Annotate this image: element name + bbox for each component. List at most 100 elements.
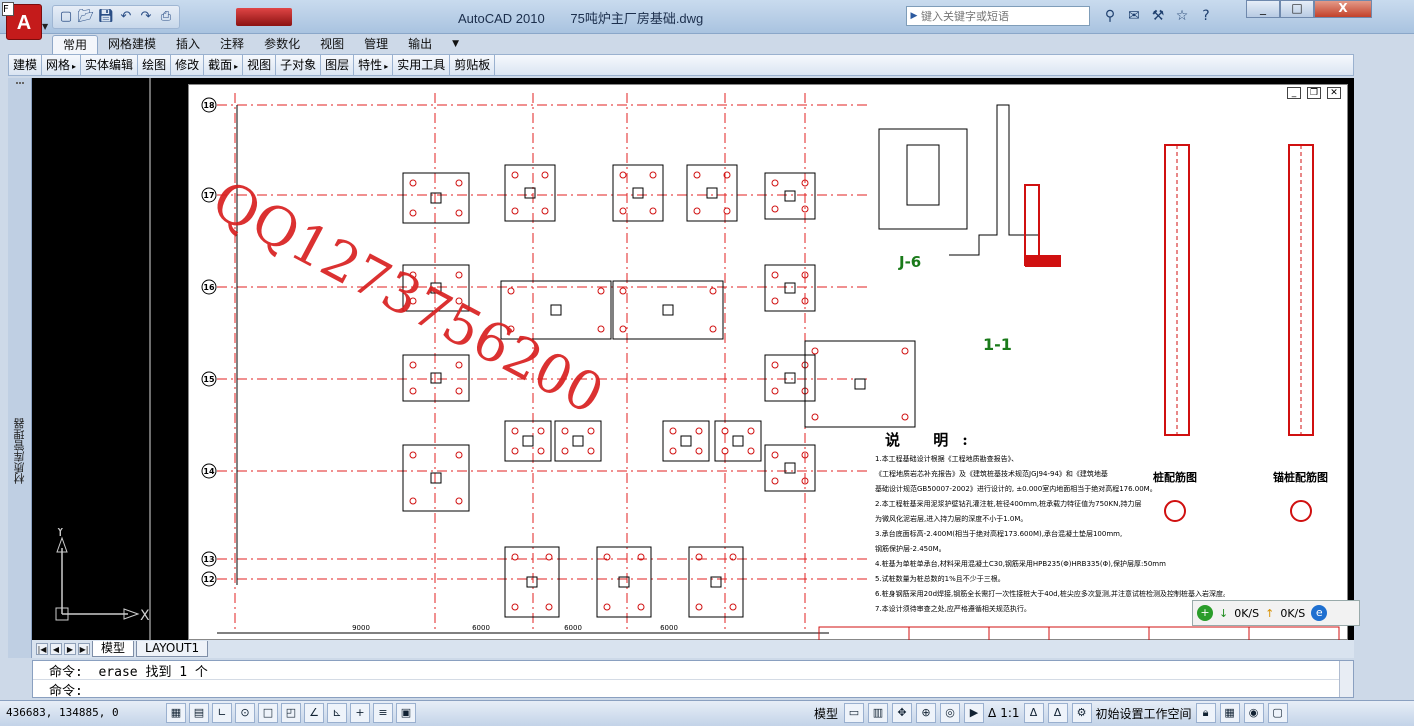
lock-icon[interactable]: 🔒︎: [1195, 703, 1216, 723]
lineweight-icon[interactable]: ≡: [373, 703, 393, 723]
open-icon[interactable]: 📂︎: [77, 8, 95, 26]
command-history: 命令: erase 找到 1 个: [49, 665, 208, 680]
ribbon-tab[interactable]: 注释: [210, 35, 254, 54]
favorites-star-icon[interactable]: ☆: [1172, 6, 1192, 26]
hardware-acceleration-icon[interactable]: ▦: [1219, 703, 1240, 723]
ribbon-panel[interactable]: 实用工具: [393, 55, 451, 75]
binoculars-icon[interactable]: ⚲: [1100, 6, 1120, 26]
command-line[interactable]: 命令: erase 找到 1 个 命令:: [32, 660, 1354, 699]
ribbon-panel[interactable]: 特性 ▸: [354, 55, 394, 75]
browser-icon[interactable]: e: [1311, 605, 1328, 621]
ribbon-tab[interactable]: 插入: [166, 35, 210, 54]
palette-grip-icon[interactable]: [16, 82, 24, 92]
ribbon-panel[interactable]: 建模: [9, 55, 43, 75]
palette-label: 材质库管理器: [13, 418, 26, 484]
ribbon-tab[interactable]: 参数化: [254, 35, 310, 54]
prev-tab-icon[interactable]: ◀: [50, 643, 62, 655]
ribbon-tab[interactable]: 视图: [310, 35, 354, 54]
pile-cap: [714, 420, 762, 462]
workspace-gear-icon[interactable]: ⚙: [1071, 703, 1092, 723]
pan-icon[interactable]: ✥: [892, 703, 912, 723]
annotation-scale[interactable]: 1:1: [1000, 706, 1019, 720]
new-icon[interactable]: ▢: [57, 8, 75, 26]
showmotion-icon[interactable]: ▶: [964, 703, 984, 723]
pile-mark: [537, 447, 545, 455]
layout-view-icon[interactable]: ▭: [844, 703, 864, 723]
ribbon-tab[interactable]: 输出: [398, 35, 442, 54]
command-prompt[interactable]: 命令:: [33, 679, 1353, 699]
last-tab-icon[interactable]: ▶|: [78, 643, 90, 655]
maximize-button[interactable]: □: [1280, 0, 1314, 18]
pile-mark: [455, 497, 463, 505]
ribbon-panel[interactable]: 绘图: [138, 55, 172, 75]
undo-icon[interactable]: ↶: [117, 8, 135, 26]
drawing-canvas[interactable]: _ ❐ ✕ 18 17 16 15 14 13 12 9000 6000 6000 6000 J-6…: [32, 78, 1354, 640]
minimize-button[interactable]: _: [1246, 0, 1280, 18]
ribbon-tab[interactable]: 网格建模: [98, 35, 166, 54]
search-input[interactable]: [921, 9, 1085, 23]
ribbon-options-icon[interactable]: ▼: [442, 35, 469, 54]
ortho-icon[interactable]: ∟: [212, 703, 232, 723]
ribbon-tab[interactable]: 常用: [52, 35, 99, 54]
quick-view-icon[interactable]: ▥: [868, 703, 888, 723]
communication-center-icon[interactable]: ✉: [1124, 6, 1144, 26]
panel-expand-icon[interactable]: ▸: [234, 62, 238, 71]
window-controls: _ □ X: [1246, 0, 1372, 18]
plot-icon[interactable]: ⎙: [157, 8, 175, 26]
otrack-icon[interactable]: ∠: [304, 703, 324, 723]
coordinate-readout[interactable]: 436683, 134885, 0: [6, 706, 119, 719]
ribbon-panel[interactable]: 图层: [321, 55, 355, 75]
rebar: [1025, 255, 1061, 267]
help-icon[interactable]: ?: [1196, 6, 1216, 26]
ribbon-panel[interactable]: 网格 ▸: [42, 55, 82, 75]
pile-mark: [901, 347, 909, 355]
command-scrollbar[interactable]: [1339, 661, 1353, 697]
ribbon-panel[interactable]: 修改: [171, 55, 205, 75]
viewport-close-icon[interactable]: ✕: [1327, 87, 1341, 99]
ribbon-panel[interactable]: 剪贴板: [450, 55, 496, 75]
steering-wheel-icon[interactable]: ◎: [940, 703, 960, 723]
dyn-icon[interactable]: +: [350, 703, 370, 723]
ribbon-panel[interactable]: 截面 ▸: [204, 55, 244, 75]
auto-scale-icon[interactable]: Δ: [1047, 703, 1068, 723]
pile-mark: [771, 179, 779, 187]
plus-icon[interactable]: +: [1197, 605, 1213, 621]
grid-icon[interactable]: ▤: [189, 703, 209, 723]
workspace-selector[interactable]: 初始设置工作空间: [1096, 705, 1192, 722]
next-tab-icon[interactable]: ▶: [64, 643, 76, 655]
first-tab-icon[interactable]: |◀: [36, 643, 48, 655]
ribbon-panel[interactable]: 视图: [243, 55, 277, 75]
application-menu-button[interactable]: A F ▼: [2, 2, 48, 48]
panel-expand-icon[interactable]: ▸: [384, 62, 388, 71]
viewport-minimize-icon[interactable]: _: [1287, 87, 1301, 99]
redo-icon[interactable]: ↷: [137, 8, 155, 26]
tab-layout1[interactable]: LAYOUT1: [136, 641, 209, 657]
drawing-viewport[interactable]: _ ❐ ✕ 18 17 16 15 14 13 12 9000 6000 6000 6000 J-6…: [188, 84, 1348, 640]
quick-properties-icon[interactable]: ▣: [396, 703, 416, 723]
search-field[interactable]: ▶: [906, 6, 1090, 26]
clean-screen-icon[interactable]: ▢: [1267, 703, 1288, 723]
panel-expand-icon[interactable]: ▸: [72, 62, 76, 71]
annotation-visibility-icon[interactable]: Δ: [1023, 703, 1044, 723]
isolate-objects-icon[interactable]: ◉: [1243, 703, 1264, 723]
panel-label: 建模: [13, 58, 38, 72]
dimension-label: 9000: [352, 624, 370, 632]
pile-mark: [637, 603, 645, 611]
close-button[interactable]: X: [1314, 0, 1372, 18]
ducs-icon[interactable]: ⊾: [327, 703, 347, 723]
3d-osnap-icon[interactable]: ◰: [281, 703, 301, 723]
ribbon-tab[interactable]: 管理: [354, 35, 398, 54]
osnap-icon[interactable]: □: [258, 703, 278, 723]
ribbon-panel[interactable]: 实体编辑: [81, 55, 139, 75]
zoom-icon[interactable]: ⊕: [916, 703, 936, 723]
tools-icon[interactable]: ⚒: [1148, 6, 1168, 26]
model-toggle[interactable]: 模型: [814, 705, 838, 722]
save-icon[interactable]: 💾︎: [97, 8, 115, 26]
viewport-restore-icon[interactable]: ❐: [1307, 87, 1321, 99]
note-line: 4.桩基为单桩单承台,材料采用混凝土C30,钢筋采用HPB235(Φ)HRB33…: [875, 560, 1166, 568]
ribbon-panel[interactable]: 子对象: [276, 55, 322, 75]
tool-palette-strip[interactable]: 材质库管理器: [8, 78, 32, 658]
polar-icon[interactable]: ⊙: [235, 703, 255, 723]
tab-model[interactable]: 模型: [92, 641, 135, 657]
snap-icon[interactable]: ▦: [166, 703, 186, 723]
